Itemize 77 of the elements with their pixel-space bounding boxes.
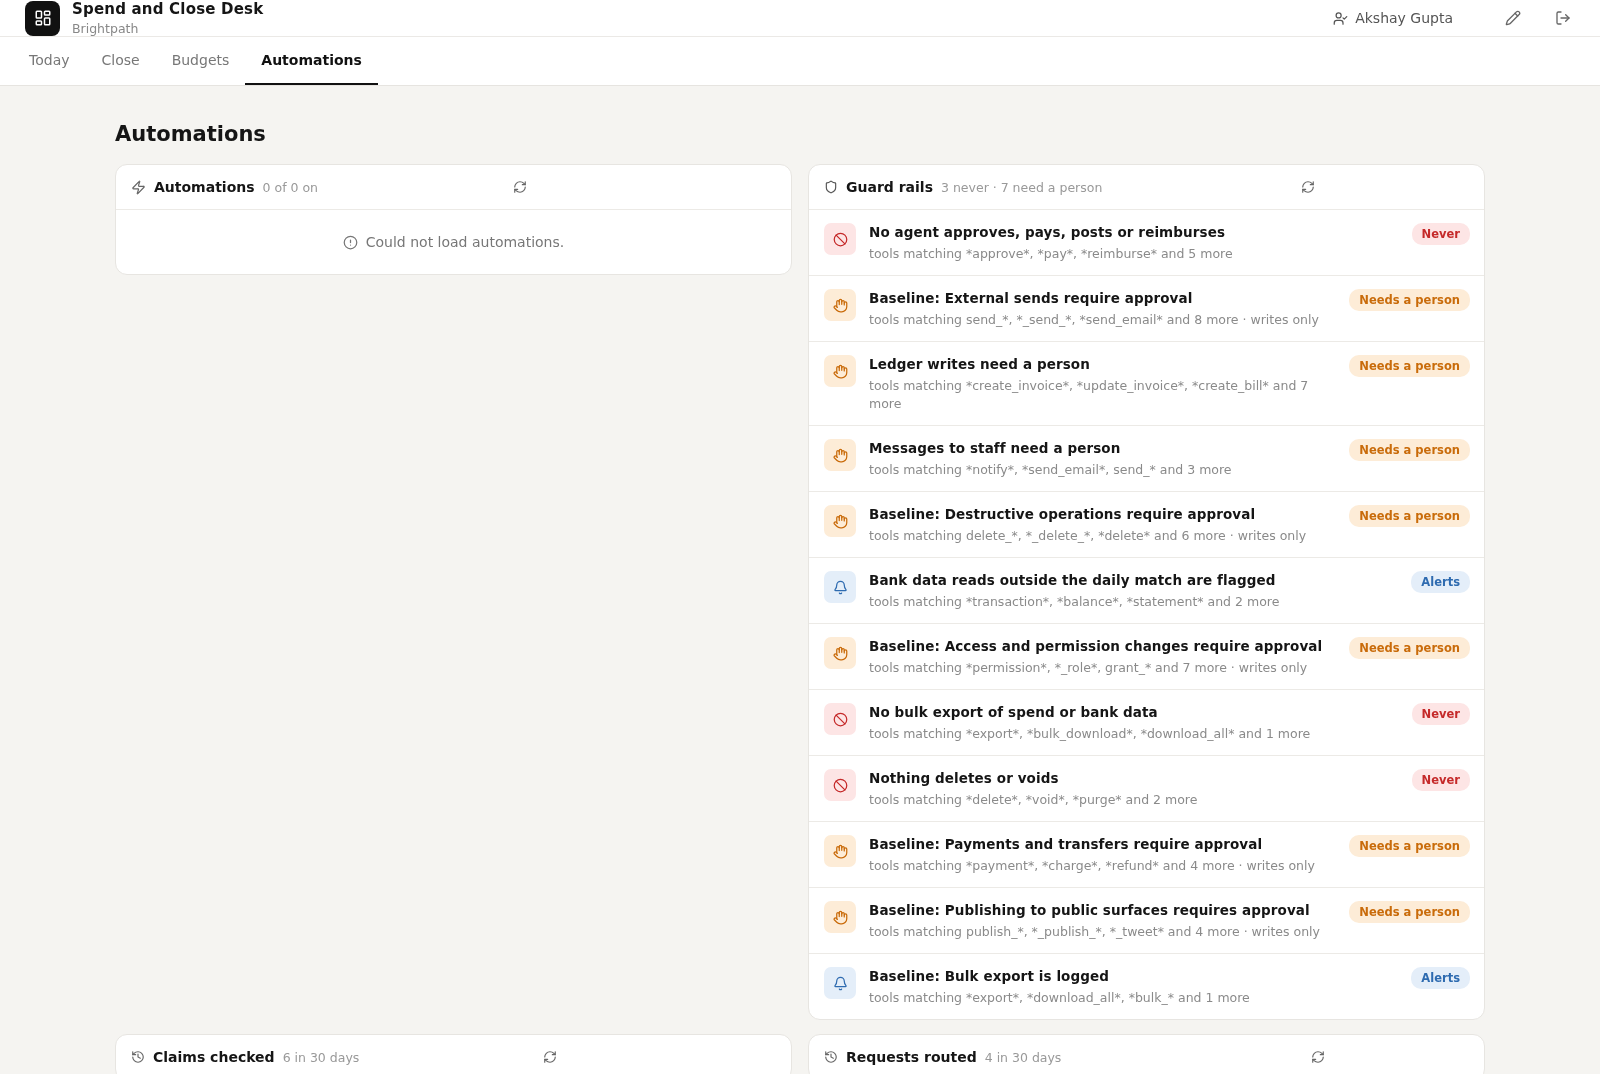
refresh-icon bbox=[543, 1050, 557, 1064]
status-badge: Never bbox=[1411, 223, 1470, 245]
rule-detail: tools matching *create_invoice*, *update_invoice*, *create_bill* and 7 more bbox=[869, 377, 1310, 413]
hand-icon bbox=[824, 505, 856, 537]
status-badge: Needs a person bbox=[1349, 505, 1470, 527]
status-badge: Needs a person bbox=[1349, 439, 1470, 461]
card-title: Guard rails bbox=[846, 179, 933, 195]
nav-tab[interactable]: Close bbox=[85, 37, 156, 85]
nav-tab[interactable]: Budgets bbox=[155, 37, 246, 85]
pencil-icon bbox=[1505, 10, 1521, 26]
card-summary: 3 never · 7 need a person bbox=[941, 179, 1104, 195]
hand-icon bbox=[824, 901, 856, 933]
ban-icon bbox=[824, 703, 856, 735]
rule-detail: tools matching *permission*, *_role*, grant_* and 7 more · writes only bbox=[869, 659, 1309, 677]
nav-tab[interactable]: Today bbox=[13, 37, 86, 85]
card-title: Requests routed bbox=[846, 1049, 977, 1065]
refresh-icon bbox=[513, 180, 527, 194]
rule-title: Baseline: Payments and transfers require approval bbox=[869, 836, 1264, 852]
status-badge: Alerts bbox=[1411, 967, 1470, 989]
status-badge: Never bbox=[1411, 703, 1470, 725]
refresh-icon bbox=[1311, 1050, 1325, 1064]
rule-title: Ledger writes need a person bbox=[869, 356, 1091, 372]
history-icon bbox=[824, 1050, 838, 1064]
card-title: Claims checked bbox=[153, 1049, 275, 1065]
rule-title: Baseline: Access and permission changes require approval bbox=[869, 638, 1324, 654]
rule-detail: tools matching *export*, *bulk_download*, *download_all* and 1 more bbox=[869, 725, 1312, 743]
status-badge: Never bbox=[1411, 769, 1470, 791]
rule-detail: tools matching *delete*, *void*, *purge* and 2 more bbox=[869, 791, 1199, 809]
rule-title: Messages to staff need a person bbox=[869, 440, 1122, 456]
status-badge: Alerts bbox=[1411, 571, 1470, 593]
alert-icon bbox=[342, 234, 358, 250]
rule-detail: tools matching *export*, *download_all*, *bulk_* and 1 more bbox=[869, 989, 1251, 1007]
rule-detail: tools matching *payment*, *charge*, *refund* and 4 more · writes only bbox=[869, 857, 1316, 875]
rule-title: Baseline: Bulk export is logged bbox=[869, 968, 1111, 984]
history-icon bbox=[131, 1050, 145, 1064]
hand-icon bbox=[824, 835, 856, 867]
status-badge: Needs a person bbox=[1349, 355, 1470, 377]
nav-tab[interactable]: Automations bbox=[245, 37, 378, 85]
rule-detail: tools matching publish_*, *_publish_*, *_tweet* and 4 more · writes only bbox=[869, 923, 1321, 941]
rule-title: Baseline: External sends require approval bbox=[869, 290, 1194, 306]
ban-icon bbox=[824, 223, 856, 255]
user-name: Akshay Gupta bbox=[1333, 10, 1453, 26]
refresh-icon bbox=[1301, 180, 1315, 194]
error-message: Could not load automations. bbox=[365, 234, 565, 250]
rule-detail: tools matching send_*, *_send_*, *send_email* and 8 more · writes only bbox=[869, 311, 1320, 329]
hand-icon bbox=[824, 355, 856, 387]
status-badge: Needs a person bbox=[1349, 835, 1470, 857]
rule-title: Baseline: Destructive operations require approval bbox=[869, 506, 1257, 522]
bell-icon bbox=[824, 571, 856, 603]
status-badge: Needs a person bbox=[1349, 637, 1470, 659]
rule-detail: tools matching delete_*, *_delete_*, *delete* and 6 more · writes only bbox=[869, 527, 1308, 545]
user-icon bbox=[1333, 10, 1349, 26]
rule-title: No bulk export of spend or bank data bbox=[869, 704, 1159, 720]
rule-title: Baseline: Publishing to public surfaces requires approval bbox=[869, 902, 1311, 918]
rule-detail: tools matching *approve*, *pay*, *reimburse* and 5 more bbox=[869, 245, 1234, 263]
organization-name: Brightpath bbox=[72, 21, 140, 36]
rule-title: Bank data reads outside the daily match are flagged bbox=[869, 572, 1277, 588]
hand-icon bbox=[824, 439, 856, 471]
status-badge: Needs a person bbox=[1349, 289, 1470, 311]
status-badge: Needs a person bbox=[1349, 901, 1470, 923]
rule-title: No agent approves, pays, posts or reimburses bbox=[869, 224, 1227, 240]
card-summary: 0 of 0 on bbox=[262, 179, 319, 195]
hand-icon bbox=[824, 637, 856, 669]
hand-icon bbox=[824, 289, 856, 321]
rule-detail: tools matching *notify*, *send_email*, send_* and 3 more bbox=[869, 461, 1233, 479]
card-summary: 6 in 30 days bbox=[282, 1049, 361, 1065]
card-summary: 4 in 30 days bbox=[984, 1049, 1063, 1065]
logout-icon bbox=[1555, 10, 1571, 26]
ban-icon bbox=[824, 769, 856, 801]
app-title: Spend and Close Desk bbox=[72, 0, 265, 18]
bell-icon bbox=[824, 967, 856, 999]
rule-detail: tools matching *transaction*, *balance*, *statement* and 2 more bbox=[869, 593, 1281, 611]
shield-icon bbox=[824, 180, 838, 194]
card-title: Automations bbox=[154, 179, 255, 195]
rule-title: Nothing deletes or voids bbox=[869, 770, 1060, 786]
page-title: Automations bbox=[115, 122, 267, 146]
lightning-icon bbox=[131, 179, 146, 195]
